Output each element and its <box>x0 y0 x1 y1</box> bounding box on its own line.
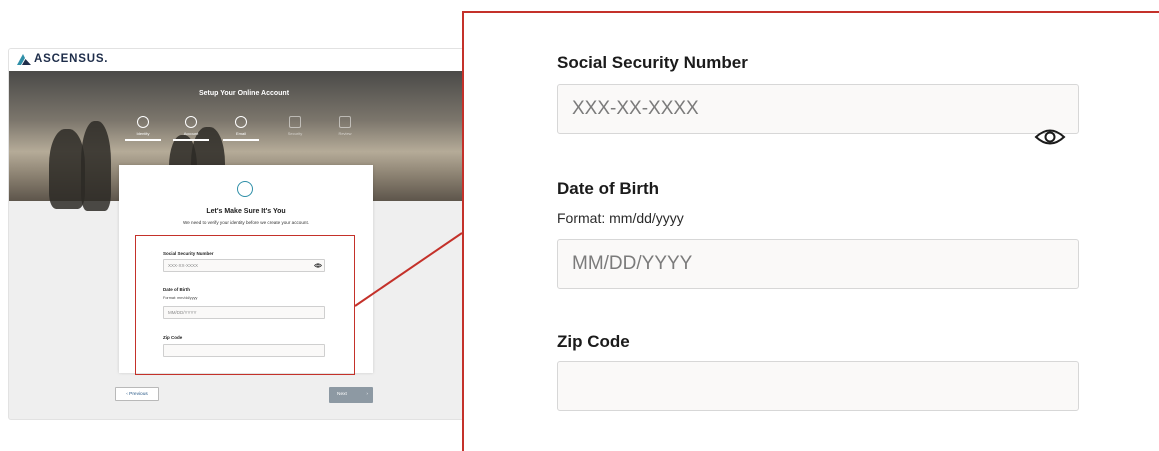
brand-name: ASCENSUS. <box>34 53 109 65</box>
envelope-icon <box>339 116 351 128</box>
step-account: Account <box>171 116 211 136</box>
hero-title: Setup Your Online Account <box>198 90 290 97</box>
eye-icon[interactable] <box>1034 126 1066 148</box>
site-header: ASCENSUS. <box>9 49 479 71</box>
ssn-label: Social Security Number <box>557 53 748 72</box>
user-icon <box>185 116 197 128</box>
step-label: Identity <box>136 131 150 136</box>
dob-format-help: Format: mm/dd/yyyy <box>557 210 684 226</box>
fingerprint-icon <box>237 181 253 197</box>
next-button-label: Next <box>337 392 347 397</box>
fingerprint-icon <box>137 116 149 128</box>
chevron-right-icon: › <box>366 392 368 397</box>
step-label: Security <box>287 131 303 136</box>
mini-screenshot: ASCENSUS. Setup Your Online Account Iden… <box>9 49 479 419</box>
ascensus-logo[interactable]: ASCENSUS. <box>17 53 108 65</box>
lock-icon <box>289 116 301 128</box>
zip-label: Zip Code <box>557 332 630 351</box>
dob-input[interactable] <box>557 239 1079 289</box>
step-email: Email <box>221 116 261 136</box>
zoomed-form-panel: Social Security Number Date of Birth For… <box>462 11 1159 451</box>
step-progress-bar <box>223 139 259 141</box>
family-photo-figure <box>49 129 85 209</box>
step-progress-bar <box>173 139 209 141</box>
ascensus-mark-icon <box>17 53 31 65</box>
card-title: Let's Make Sure It's You <box>206 208 286 215</box>
step-security: Security <box>275 116 315 136</box>
zip-input[interactable] <box>557 361 1079 411</box>
step-progress-bar <box>125 139 161 141</box>
email-icon <box>235 116 247 128</box>
step-identity: Identity <box>123 116 163 136</box>
step-review: Review <box>325 116 365 136</box>
previous-button[interactable]: ‹ Previous <box>115 387 159 401</box>
step-label: Email <box>235 131 246 136</box>
step-label: Review <box>338 131 352 136</box>
card-subtitle: We need to verify your identity before w… <box>182 220 310 225</box>
highlight-box <box>135 235 355 375</box>
ssn-input[interactable] <box>557 84 1079 134</box>
next-button[interactable]: Next › <box>329 387 373 403</box>
family-photo-figure <box>81 121 111 211</box>
step-label: Account <box>183 131 199 136</box>
dob-label: Date of Birth <box>557 179 659 198</box>
